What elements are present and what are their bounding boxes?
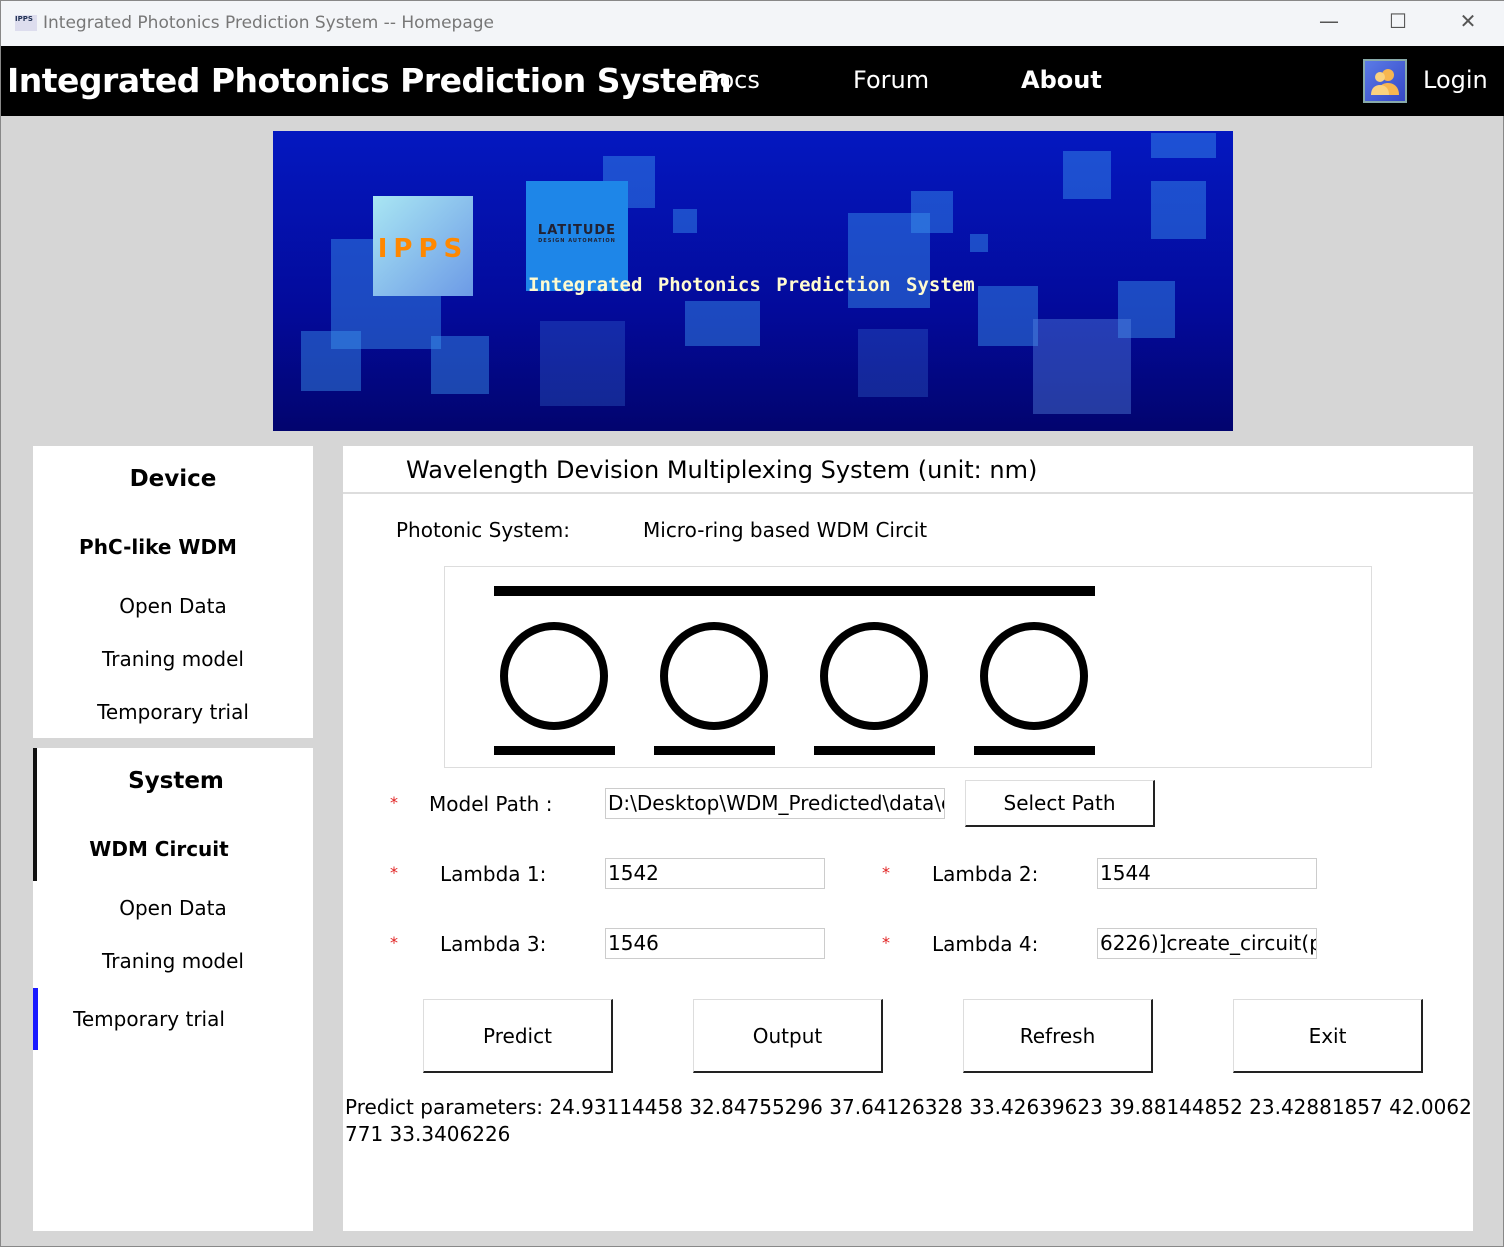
main-panel: Wavelength Devision Multiplexing System … (343, 446, 1473, 1231)
lambda1-label: Lambda 1: (440, 862, 547, 886)
output-button[interactable]: Output (693, 999, 883, 1073)
nav-about[interactable]: About (1021, 66, 1102, 94)
sidebar-item-system-open-data[interactable]: Open Data (33, 896, 313, 920)
lambda3-label: Lambda 3: (440, 932, 547, 956)
app-icon: IPPS (15, 15, 37, 31)
model-path-label: Model Path : (429, 792, 553, 816)
window-title: Integrated Photonics Prediction System -… (43, 13, 495, 33)
exit-button[interactable]: Exit (1233, 999, 1423, 1073)
required-mark: * (390, 863, 398, 882)
required-mark: * (882, 863, 890, 882)
device-panel: Device PhC-like WDM Open Data Traning mo… (33, 446, 313, 738)
sidebar-item-device-open-data[interactable]: Open Data (33, 594, 313, 618)
ipps-logo: IPPS (373, 196, 473, 296)
lambda4-label: Lambda 4: (932, 932, 1039, 956)
bus-waveguide (494, 586, 1095, 596)
sidebar-item-device-training[interactable]: Traning model (33, 647, 313, 671)
page-title: Wavelength Devision Multiplexing System … (343, 446, 1473, 494)
predict-button[interactable]: Predict (423, 999, 613, 1073)
minimize-button[interactable]: — (1314, 9, 1344, 33)
circuit-diagram (444, 566, 1372, 768)
drop-waveguide (654, 746, 775, 755)
nav-forum[interactable]: Forum (853, 66, 929, 94)
lambda4-input[interactable]: 6226)]create_circuit(p) (1097, 928, 1317, 959)
micro-ring (980, 622, 1088, 730)
required-mark: * (390, 793, 398, 812)
micro-ring (820, 622, 928, 730)
refresh-button[interactable]: Refresh (963, 999, 1153, 1073)
nav-bar: Integrated Photonics Prediction System D… (1, 46, 1504, 116)
banner-title: Integrated Photonics Prediction System (528, 274, 975, 296)
micro-ring (660, 622, 768, 730)
lambda2-input[interactable]: 1544 (1097, 858, 1317, 889)
drop-waveguide (494, 746, 615, 755)
maximize-button[interactable]: ☐ (1383, 9, 1413, 33)
photonic-system-value: Micro-ring based WDM Circit (643, 518, 928, 542)
lambda3-input[interactable]: 1546 (605, 928, 825, 959)
user-icon[interactable] (1363, 59, 1407, 103)
banner: IPPS LATITUDE DESIGN AUTOMATION Integrate… (273, 131, 1233, 431)
sidebar-item-system-trial[interactable]: Temporary trial (9, 1007, 289, 1031)
sidebar-item-device-trial[interactable]: Temporary trial (33, 700, 313, 724)
device-category: PhC-like WDM (79, 535, 237, 559)
system-category: WDM Circuit (89, 837, 229, 861)
micro-ring (500, 622, 608, 730)
nav-docs[interactable]: Docs (701, 66, 760, 94)
lambda1-input[interactable]: 1542 (605, 858, 825, 889)
model-path-input[interactable]: D:\Desktop\WDM_Predicted\data\c (605, 788, 945, 819)
device-heading: Device (129, 466, 217, 492)
sidebar-item-system-training[interactable]: Traning model (33, 949, 313, 973)
select-path-button[interactable]: Select Path (965, 780, 1155, 827)
required-mark: * (390, 933, 398, 952)
drop-waveguide (814, 746, 935, 755)
required-mark: * (882, 933, 890, 952)
ring-circuit (494, 586, 1095, 755)
photonic-system-label: Photonic System: (396, 518, 570, 542)
login-link[interactable]: Login (1423, 66, 1488, 94)
close-button[interactable]: ✕ (1453, 9, 1483, 33)
system-panel: System WDM Circuit Open Data Traning mod… (33, 748, 313, 1231)
lambda2-label: Lambda 2: (932, 862, 1039, 886)
predict-result: Predict parameters: 24.93114458 32.84755… (345, 1095, 1472, 1146)
system-heading: System (128, 768, 224, 794)
drop-waveguide (974, 746, 1095, 755)
title-bar: IPPS Integrated Photonics Prediction Sys… (1, 1, 1504, 46)
brand-title: Integrated Photonics Prediction System (7, 61, 732, 100)
